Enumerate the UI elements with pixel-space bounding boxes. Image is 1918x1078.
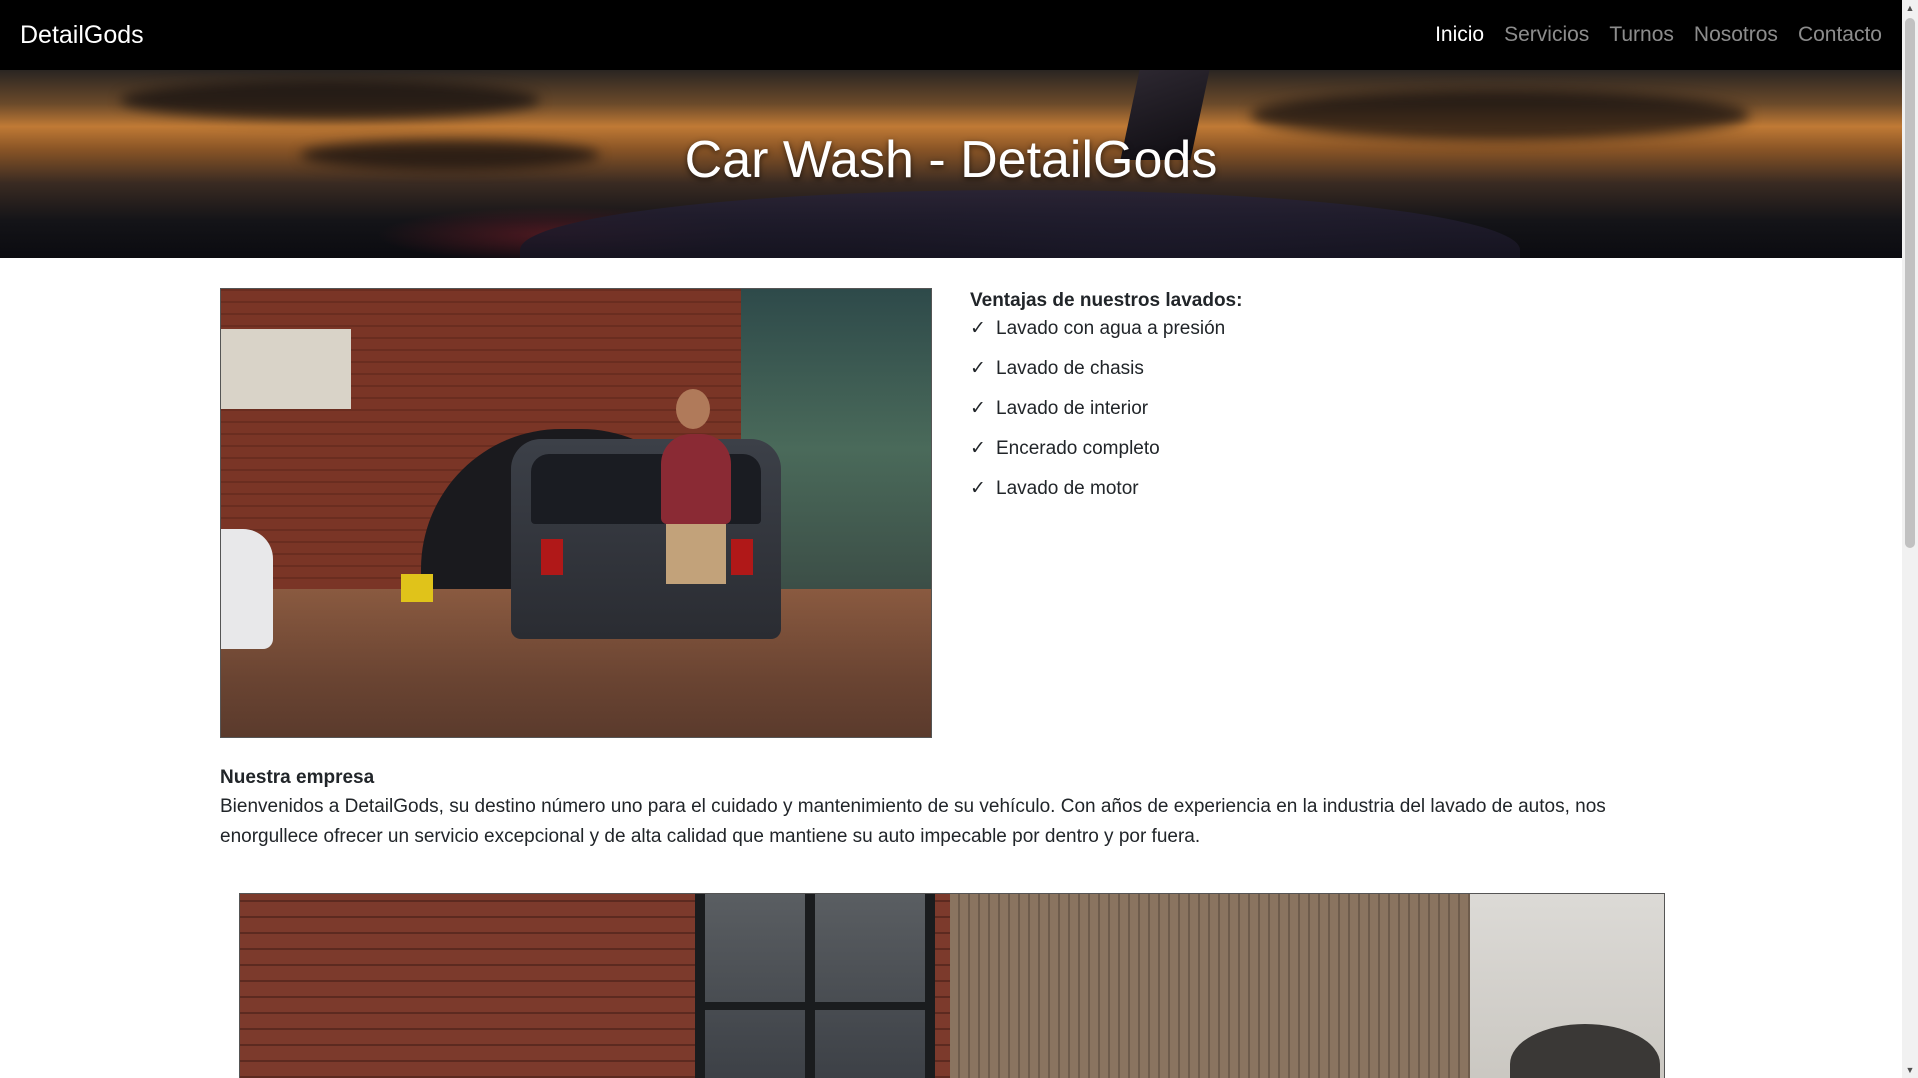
benefit-label: Lavado de interior (996, 398, 1149, 419)
benefit-item: ✓ Lavado de interior (970, 396, 1242, 422)
benefits-section: Ventajas de nuestros lavados: ✓ Lavado c… (970, 288, 1242, 516)
check-icon: ✓ (970, 438, 986, 459)
photo-white-car (221, 529, 273, 649)
benefit-label: Lavado de motor (996, 478, 1139, 499)
photo-window-frame (695, 1002, 935, 1010)
photo-siding (950, 894, 1470, 1078)
hero-title: Car Wash - DetailGods (684, 131, 1218, 189)
benefit-item: ✓ Lavado de chasis (970, 356, 1242, 382)
benefit-item: ✓ Encerado completo (970, 436, 1242, 462)
photo-person-head (676, 389, 710, 429)
check-icon: ✓ (970, 358, 986, 379)
nav-link-contacto[interactable]: Contacto (1798, 23, 1882, 47)
benefit-label: Lavado de chasis (996, 358, 1144, 379)
hero-banner: Car Wash - DetailGods (0, 70, 1902, 258)
about-section: Nuestra empresa Bienvenidos a DetailGods… (220, 764, 1684, 852)
scroll-thumb[interactable] (1905, 18, 1915, 548)
photo-person-legs (666, 524, 726, 584)
nav-links: Inicio Servicios Turnos Nosotros Contact… (1435, 23, 1882, 47)
nav-link-nosotros[interactable]: Nosotros (1694, 23, 1778, 47)
vertical-scrollbar[interactable]: ▲ ▼ (1902, 0, 1918, 1078)
benefits-list: ✓ Lavado con agua a presión ✓ Lavado de … (970, 316, 1242, 502)
nav-link-servicios[interactable]: Servicios (1504, 23, 1589, 47)
benefits-title: Ventajas de nuestros lavados: (970, 290, 1243, 311)
photo-taillight (541, 539, 563, 575)
brand-link[interactable]: DetailGods (20, 21, 144, 50)
hero-car (520, 190, 1520, 258)
photo-window-frame (805, 894, 815, 1078)
nav-link-inicio[interactable]: Inicio (1435, 23, 1484, 47)
hero-cloud (120, 80, 540, 120)
check-icon: ✓ (970, 478, 986, 499)
photo-bucket (401, 574, 433, 602)
scroll-up-icon[interactable]: ▲ (1902, 0, 1918, 16)
photo-taillight (731, 539, 753, 575)
benefit-item: ✓ Lavado con agua a presión (970, 316, 1242, 342)
scroll-down-icon[interactable]: ▼ (1902, 1062, 1918, 1078)
photo-balcony (221, 329, 351, 409)
check-icon: ✓ (970, 398, 986, 419)
check-icon: ✓ (970, 318, 986, 339)
car-wash-photo (220, 288, 932, 738)
navbar: DetailGods Inicio Servicios Turnos Nosot… (0, 0, 1902, 70)
benefit-item: ✓ Lavado de motor (970, 476, 1242, 502)
photo-person (661, 434, 731, 524)
about-text: Bienvenidos a DetailGods, su destino núm… (220, 796, 1606, 847)
nav-link-turnos[interactable]: Turnos (1609, 23, 1674, 47)
benefit-label: Encerado completo (996, 438, 1160, 459)
page: DetailGods Inicio Servicios Turnos Nosot… (0, 0, 1902, 1078)
about-title: Nuestra empresa (220, 767, 375, 788)
building-photo (239, 893, 1665, 1078)
benefit-label: Lavado con agua a presión (996, 318, 1226, 339)
photo-window (695, 894, 935, 1078)
